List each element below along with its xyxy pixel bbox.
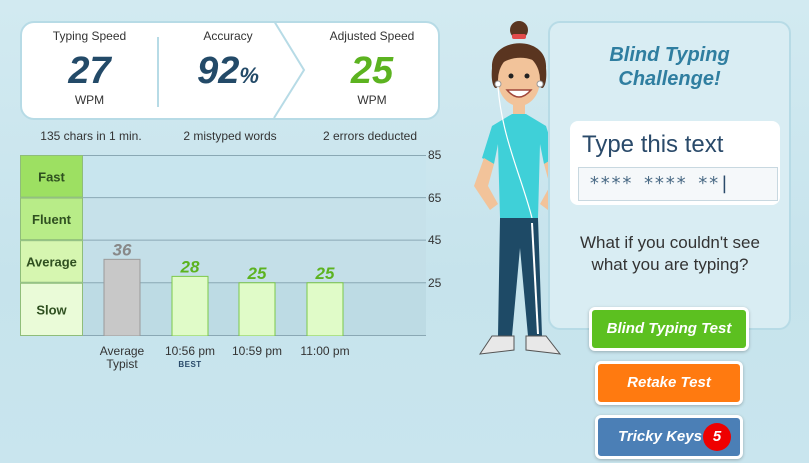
- typing-preview: Type this text **** **** **|: [570, 121, 780, 205]
- band-label-fluent: Fluent: [32, 212, 72, 227]
- typing-speed-unit: WPM: [74, 93, 105, 107]
- question-text: What if you couldn't see what you are ty…: [580, 233, 760, 274]
- mistyped-note: 2 mistyped words: [183, 129, 277, 143]
- typing-speed-value: 27: [68, 50, 111, 92]
- masked-input: **** **** **|: [578, 167, 778, 201]
- adjusted-speed-unit: WPM: [357, 93, 387, 107]
- best-marker: BEST: [178, 360, 202, 369]
- card-title: Blind Typing Challenge!: [550, 43, 789, 91]
- band-label-fast: Fast: [38, 169, 65, 184]
- adjusted-speed-value: 25: [350, 50, 394, 92]
- card-title-line1: Blind Typing: [609, 44, 730, 66]
- typing-speed-label: Typing Speed: [52, 29, 127, 43]
- bar-value-label: 25: [247, 264, 267, 283]
- bar-value-label: 28: [180, 257, 200, 276]
- band-label-average: Average: [26, 254, 77, 269]
- chars-note: 135 chars in 1 min.: [40, 129, 142, 143]
- speed-chart: Fast Fluent Average Slow 36 28 25 25: [20, 155, 426, 336]
- y-tick-label: 25: [428, 275, 442, 290]
- bar-10-56-pm: [171, 275, 209, 336]
- x-label: 11:00 pm: [300, 344, 350, 358]
- adjusted-speed-label: Adjusted Speed: [329, 29, 415, 43]
- blind-typing-test-button[interactable]: Blind Typing Test: [589, 307, 749, 351]
- y-tick-label: 65: [428, 190, 442, 205]
- band-row-fluent: [83, 197, 426, 241]
- bar-value-label: 36: [113, 240, 132, 259]
- percent-sign: %: [239, 63, 259, 88]
- band-label-slow: Slow: [36, 302, 67, 317]
- adjusted-speed-stat: Adjusted Speed 25 WPM: [304, 23, 440, 118]
- band-row-fast: [83, 155, 426, 198]
- bar-11-00-pm: [306, 282, 344, 336]
- tricky-keys-label: Tricky Keys: [618, 428, 702, 445]
- typing-speed-stat: Typing Speed 27 WPM: [22, 23, 157, 118]
- errors-note: 2 errors deducted: [322, 129, 418, 143]
- retake-test-button[interactable]: Retake Test: [595, 361, 743, 405]
- type-heading: Type this text: [582, 131, 724, 158]
- bar-value-label: 25: [315, 264, 335, 283]
- tricky-keys-count-badge[interactable]: 5: [703, 423, 731, 451]
- y-tick-label: 85: [428, 148, 442, 162]
- card-title-line2: Challenge!: [618, 68, 721, 90]
- bar-average-typist: [103, 258, 141, 336]
- bar-10-59-pm: [238, 282, 276, 336]
- stats-card: Typing Speed 27 WPM Accuracy 92% Adjuste…: [20, 21, 440, 120]
- y-tick-label: 45: [428, 233, 442, 248]
